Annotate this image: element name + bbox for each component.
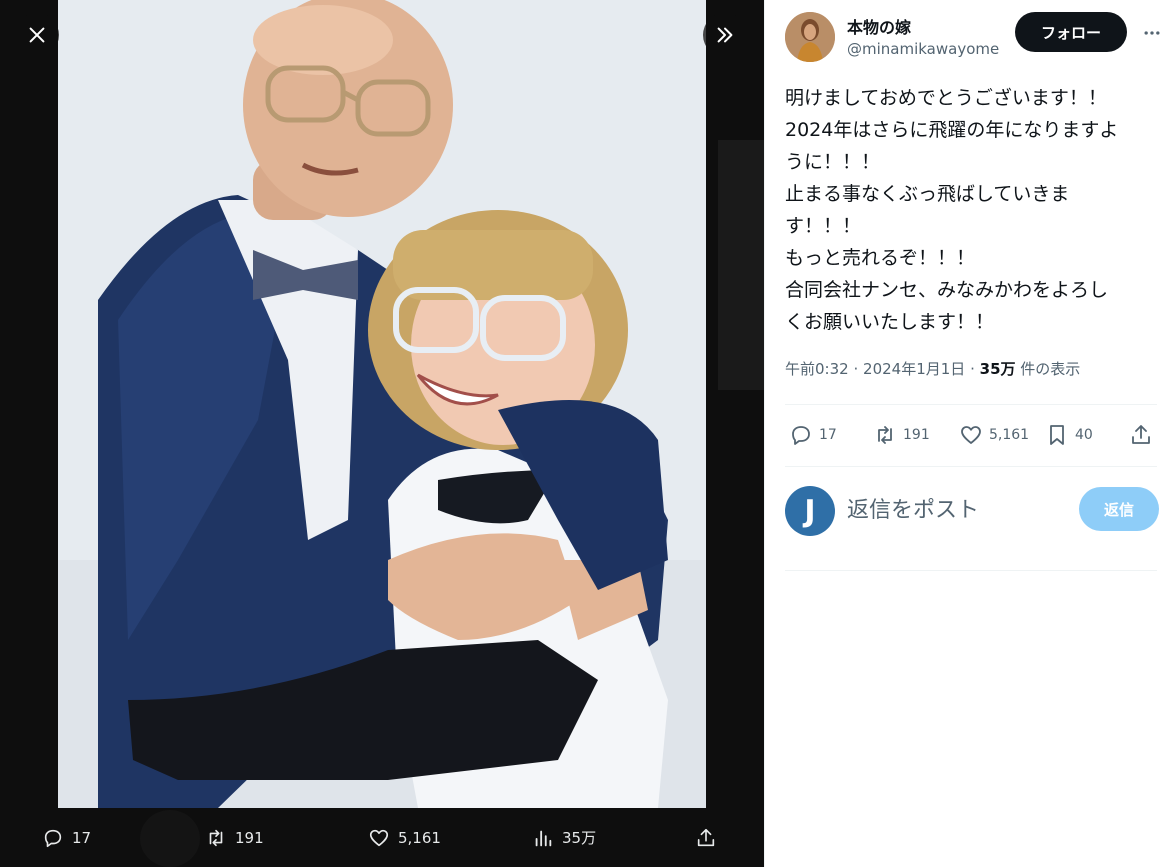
tweet-photo[interactable] (58, 0, 706, 808)
media-viewer: 17 191 5,161 35万 (0, 0, 764, 867)
tweet-views-count: 35万 (979, 360, 1016, 378)
photo-illustration (58, 0, 706, 808)
media-action-bar: 17 191 5,161 35万 (0, 808, 764, 867)
reply-action-button[interactable]: 17 (789, 418, 837, 452)
expand-panel-button[interactable] (703, 13, 747, 57)
media-retweet-button[interactable]: 191 (205, 808, 264, 867)
author-display-name[interactable]: 本物の嫁 (847, 14, 911, 38)
retweet-action-button[interactable]: 191 (873, 418, 930, 452)
tweet-date[interactable]: 2024年1月1日 (863, 360, 965, 378)
bookmark-action-button[interactable]: 40 (1045, 418, 1093, 452)
background-timeline-ghost (718, 140, 764, 390)
meta-separator: · (970, 360, 975, 378)
more-horizontal-icon (1144, 31, 1160, 35)
tweet-text-line: うに！！！ (785, 151, 881, 173)
meta-separator: · (853, 360, 859, 378)
follow-button[interactable]: フォロー (1015, 12, 1127, 52)
divider (785, 466, 1157, 467)
media-reply-button[interactable]: 17 (42, 808, 91, 867)
media-like-button[interactable]: 5,161 (368, 808, 441, 867)
tweet-text-line: もっと売れるぞ！！！ (785, 247, 976, 269)
author-avatar[interactable] (785, 12, 835, 62)
author-handle[interactable]: @minamikawayome (847, 40, 1007, 58)
tweet-panel: 本物の嫁 @minamikawayome フォロー 明けましておめでとうございま… (764, 0, 1176, 867)
like-count: 5,161 (989, 427, 1030, 443)
tweet-text-line: くお願いいたします！！ (785, 311, 995, 333)
tweet-text-line: す！！！ (785, 215, 862, 237)
reply-count: 17 (819, 427, 837, 443)
reply-input[interactable] (847, 490, 1077, 530)
tweet-views-label: 件の表示 (1020, 360, 1081, 378)
tweet-text: 明けましておめでとうございます！！ 2024年はさらに飛躍の年になりますよ うに… (785, 82, 1165, 338)
share-action-button[interactable] (1129, 418, 1153, 452)
media-like-count: 5,161 (398, 828, 441, 847)
bookmark-icon (1050, 425, 1064, 445)
like-action-button[interactable]: 5,161 (959, 418, 1029, 452)
tweet-text-line: 2024年はさらに飛躍の年になりますよ (785, 119, 1119, 141)
media-retweet-count: 191 (235, 828, 264, 847)
more-options-button[interactable] (1137, 18, 1167, 48)
tweet-text-line: 合同会社ナンセ、みなみかわをよろし (785, 279, 1109, 301)
divider (785, 404, 1157, 405)
retweet-icon (209, 829, 223, 846)
views-chart-icon (535, 830, 552, 846)
tweet-time[interactable]: 午前0:32 (785, 360, 849, 378)
tweet-text-line: 明けましておめでとうございます！！ (785, 87, 1107, 109)
reply-submit-button[interactable]: 返信 (1079, 487, 1159, 531)
author-avatar-image (785, 12, 835, 62)
tweet-text-line: 止まる事なくぶっ飛ばしていきま (785, 183, 1070, 205)
close-button[interactable] (15, 13, 59, 57)
bookmark-count: 40 (1075, 427, 1093, 443)
retweet-count: 191 (903, 427, 930, 443)
divider (785, 570, 1157, 571)
retweet-icon (878, 426, 892, 444)
current-user-avatar-letter: J (804, 493, 816, 529)
media-reply-count: 17 (72, 828, 92, 847)
chevrons-right-icon (717, 27, 733, 43)
close-icon (29, 27, 45, 43)
share-icon (697, 828, 715, 846)
media-share-button[interactable] (695, 808, 717, 867)
reply-icon (44, 829, 62, 847)
share-icon (1132, 425, 1150, 444)
media-views-count: 35万 (562, 829, 597, 847)
current-user-avatar[interactable]: J (785, 486, 835, 536)
tweet-meta: 午前0:32 · 2024年1月1日 · 35万 件の表示 (785, 358, 1080, 379)
heart-icon (369, 829, 389, 846)
heart-icon (961, 426, 981, 444)
media-views-button[interactable]: 35万 (532, 808, 596, 867)
reply-icon (792, 426, 810, 445)
